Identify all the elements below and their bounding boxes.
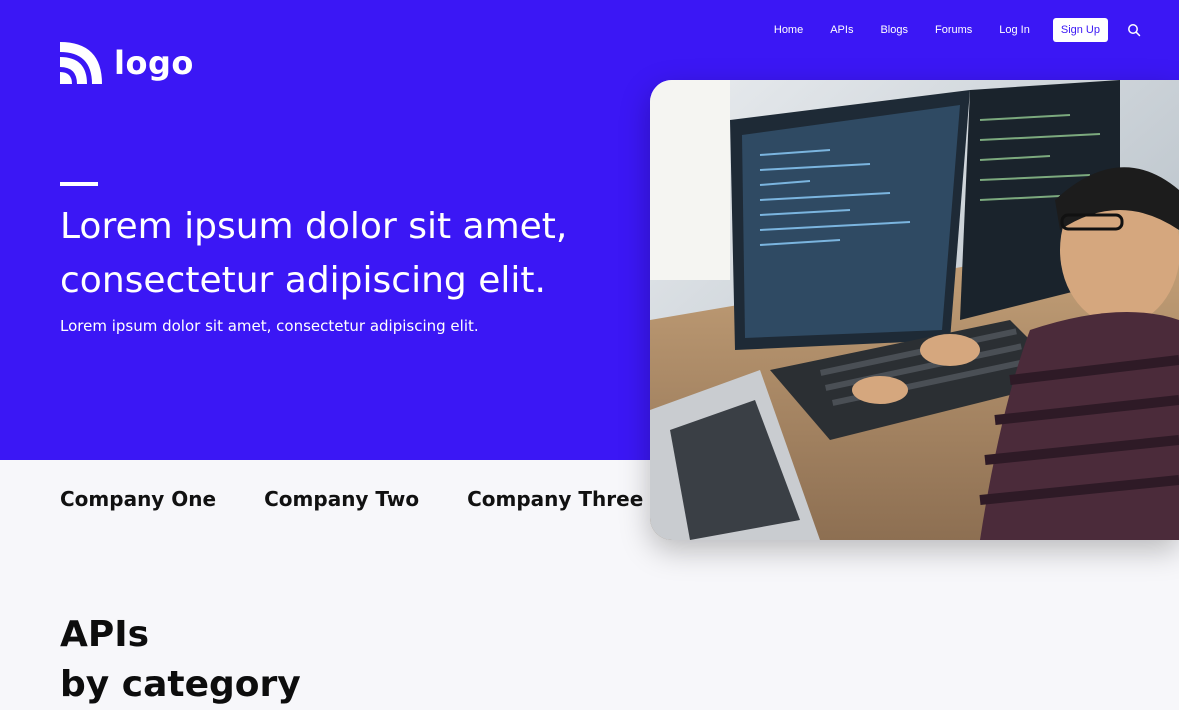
sign-up-button[interactable]: Sign Up (1052, 18, 1108, 42)
logo[interactable]: logo (60, 42, 194, 84)
nav-blogs[interactable]: Blogs (880, 24, 908, 36)
hero-subhead: Lorem ipsum dolor sit amet, consectetur … (60, 317, 479, 335)
hero-photo (650, 80, 1179, 540)
section-title-line2: by category (60, 664, 301, 705)
company-logo: Company One (60, 487, 217, 511)
nav-apis[interactable]: APIs (830, 24, 853, 36)
logo-text: logo (114, 44, 194, 82)
top-nav: Home APIs Blogs Forums Log In Sign Up (774, 18, 1141, 42)
search-icon[interactable] (1127, 23, 1141, 37)
accent-line (60, 182, 98, 186)
company-list: Company One Company Two Company Three (60, 487, 691, 511)
company-logo: Company Three (467, 487, 644, 511)
logo-mark-icon (60, 42, 102, 84)
section-title: APIs by category (60, 610, 301, 710)
nav-forums[interactable]: Forums (935, 24, 972, 36)
company-logo: Company Two (264, 487, 420, 511)
hero-headline: Lorem ipsum dolor sit amet, consectetur … (60, 206, 568, 301)
nav-home[interactable]: Home (774, 24, 803, 36)
nav-login[interactable]: Log In (999, 24, 1030, 36)
section-title-line1: APIs (60, 614, 150, 655)
